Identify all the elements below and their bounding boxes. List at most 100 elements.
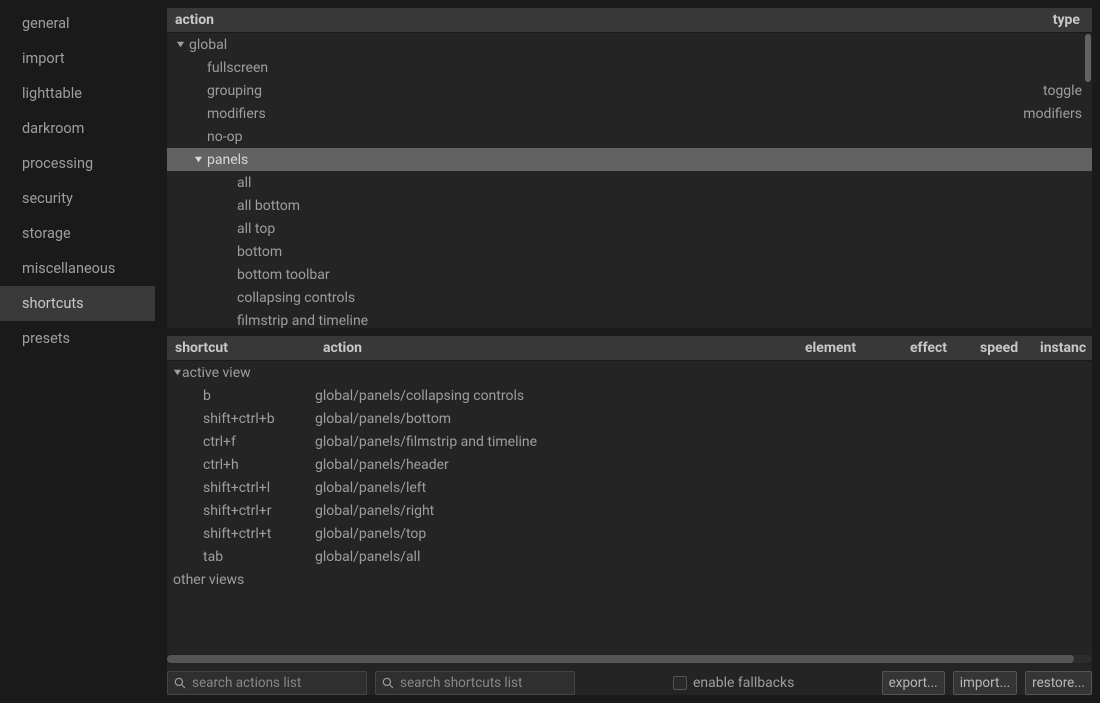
action-label: bottom toolbar <box>235 267 1082 283</box>
sidebar-item-security[interactable]: security <box>0 181 155 216</box>
action-row[interactable]: groupingtoggle <box>167 79 1092 102</box>
shortcuts-tree[interactable]: active view b global/panels/collapsing con… <box>167 361 1092 651</box>
shortcut-row[interactable]: other views <box>167 568 1092 591</box>
shortcut-key: active view <box>182 365 251 381</box>
shortcut-action: global/panels/top <box>315 526 797 542</box>
action-label: filmstrip and timeline <box>235 313 1082 329</box>
enable-fallbacks-wrap[interactable]: enable fallbacks <box>673 675 794 691</box>
shortcut-key: ctrl+h <box>203 457 239 473</box>
shortcuts-header: shortcut action element effect speed ins… <box>167 336 1092 361</box>
action-row[interactable]: fullscreen <box>167 56 1092 79</box>
export-button[interactable]: export... <box>882 671 945 695</box>
shortcut-row[interactable]: ctrl+f global/panels/filmstrip and timeli… <box>167 430 1092 453</box>
sidebar-item-processing[interactable]: processing <box>0 146 155 181</box>
shortcut-key: shift+ctrl+b <box>203 411 275 427</box>
main-panel: action type globalfullscreengroupingtogg… <box>155 0 1100 703</box>
shortcut-row[interactable]: shift+ctrl+l global/panels/left <box>167 476 1092 499</box>
search-actions-box[interactable] <box>167 671 367 695</box>
action-label: global <box>187 37 1082 53</box>
sidebar-item-presets[interactable]: presets <box>0 321 155 356</box>
shortcuts-header-instance[interactable]: instanc <box>1032 336 1092 360</box>
restore-button[interactable]: restore... <box>1025 671 1092 695</box>
action-row[interactable]: modifiersmodifiers <box>167 102 1092 125</box>
shortcuts-header-effect[interactable]: effect <box>902 336 972 360</box>
action-row[interactable]: no-op <box>167 125 1092 148</box>
actions-tree[interactable]: globalfullscreengroupingtogglemodifiersm… <box>167 33 1092 328</box>
sidebar-item-import[interactable]: import <box>0 41 155 76</box>
shortcuts-pane: shortcut action element effect speed ins… <box>167 336 1092 695</box>
actions-header-type[interactable]: type <box>1012 8 1092 32</box>
action-row[interactable]: global <box>167 33 1092 56</box>
action-label: panels <box>205 152 1082 168</box>
action-row[interactable]: panels <box>167 148 1092 171</box>
action-row[interactable]: bottom toolbar <box>167 263 1092 286</box>
shortcut-key: shift+ctrl+r <box>203 503 271 519</box>
shortcut-row[interactable]: b global/panels/collapsing controls <box>167 384 1092 407</box>
shortcut-key: shift+ctrl+t <box>203 526 271 542</box>
search-shortcuts-box[interactable] <box>375 671 575 695</box>
search-icon <box>382 677 394 689</box>
action-label: grouping <box>205 83 1043 99</box>
shortcuts-header-speed[interactable]: speed <box>972 336 1032 360</box>
shortcuts-header-action[interactable]: action <box>315 336 797 360</box>
action-row[interactable]: collapsing controls <box>167 286 1092 309</box>
actions-header-action[interactable]: action <box>167 8 1012 32</box>
sidebar-item-general[interactable]: general <box>0 6 155 41</box>
action-label: all top <box>235 221 1082 237</box>
shortcut-key: other views <box>173 572 244 588</box>
action-type: modifiers <box>1023 106 1092 122</box>
chevron-down-icon <box>191 155 205 164</box>
action-label: all bottom <box>235 198 1082 214</box>
shortcut-action: global/panels/all <box>315 549 797 565</box>
action-label: no-op <box>205 129 1082 145</box>
action-label: modifiers <box>205 106 1023 122</box>
sidebar-item-storage[interactable]: storage <box>0 216 155 251</box>
action-label: bottom <box>235 244 1082 260</box>
search-icon <box>174 677 186 689</box>
shortcut-row[interactable]: active view <box>167 361 1092 384</box>
shortcut-key: tab <box>203 549 223 565</box>
chevron-down-icon <box>173 40 187 49</box>
actions-scrollbar-thumb[interactable] <box>1085 34 1091 82</box>
search-shortcuts-input[interactable] <box>400 675 568 691</box>
shortcut-row[interactable]: shift+ctrl+t global/panels/top <box>167 522 1092 545</box>
shortcut-action: global/panels/filmstrip and timeline <box>315 434 797 450</box>
shortcut-action: global/panels/collapsing controls <box>315 388 797 404</box>
actions-header: action type <box>167 8 1092 33</box>
shortcut-action: global/panels/bottom <box>315 411 797 427</box>
action-label: all <box>235 175 1082 191</box>
action-row[interactable]: filmstrip and timeline <box>167 309 1092 328</box>
shortcut-row[interactable]: tab global/panels/all <box>167 545 1092 568</box>
enable-fallbacks-checkbox[interactable] <box>673 676 687 690</box>
enable-fallbacks-label: enable fallbacks <box>693 675 794 691</box>
action-type: toggle <box>1043 83 1092 99</box>
sidebar: generalimportlighttabledarkroomprocessin… <box>0 0 155 703</box>
shortcut-action: global/panels/header <box>315 457 797 473</box>
action-row[interactable]: bottom <box>167 240 1092 263</box>
shortcuts-hscrollbar[interactable] <box>167 655 1092 663</box>
sidebar-item-lighttable[interactable]: lighttable <box>0 76 155 111</box>
action-row[interactable]: all bottom <box>167 194 1092 217</box>
shortcuts-header-element[interactable]: element <box>797 336 902 360</box>
actions-pane: action type globalfullscreengroupingtogg… <box>167 8 1092 328</box>
search-actions-input[interactable] <box>192 675 360 691</box>
shortcut-action: global/panels/left <box>315 480 797 496</box>
footer: enable fallbacks export... import... res… <box>167 663 1092 695</box>
shortcuts-hscrollbar-thumb[interactable] <box>167 655 1074 663</box>
sidebar-item-miscellaneous[interactable]: miscellaneous <box>0 251 155 286</box>
chevron-down-icon <box>173 365 182 381</box>
action-row[interactable]: all <box>167 171 1092 194</box>
sidebar-item-shortcuts[interactable]: shortcuts <box>0 286 155 321</box>
shortcuts-header-shortcut[interactable]: shortcut <box>167 336 315 360</box>
sidebar-item-darkroom[interactable]: darkroom <box>0 111 155 146</box>
shortcut-key: b <box>203 388 211 404</box>
shortcut-row[interactable]: shift+ctrl+b global/panels/bottom <box>167 407 1092 430</box>
action-row[interactable]: all top <box>167 217 1092 240</box>
action-label: collapsing controls <box>235 290 1082 306</box>
shortcut-key: shift+ctrl+l <box>203 480 270 496</box>
shortcut-action: global/panels/right <box>315 503 797 519</box>
shortcut-key: ctrl+f <box>203 434 236 450</box>
import-button[interactable]: import... <box>953 671 1017 695</box>
shortcut-row[interactable]: shift+ctrl+r global/panels/right <box>167 499 1092 522</box>
shortcut-row[interactable]: ctrl+h global/panels/header <box>167 453 1092 476</box>
